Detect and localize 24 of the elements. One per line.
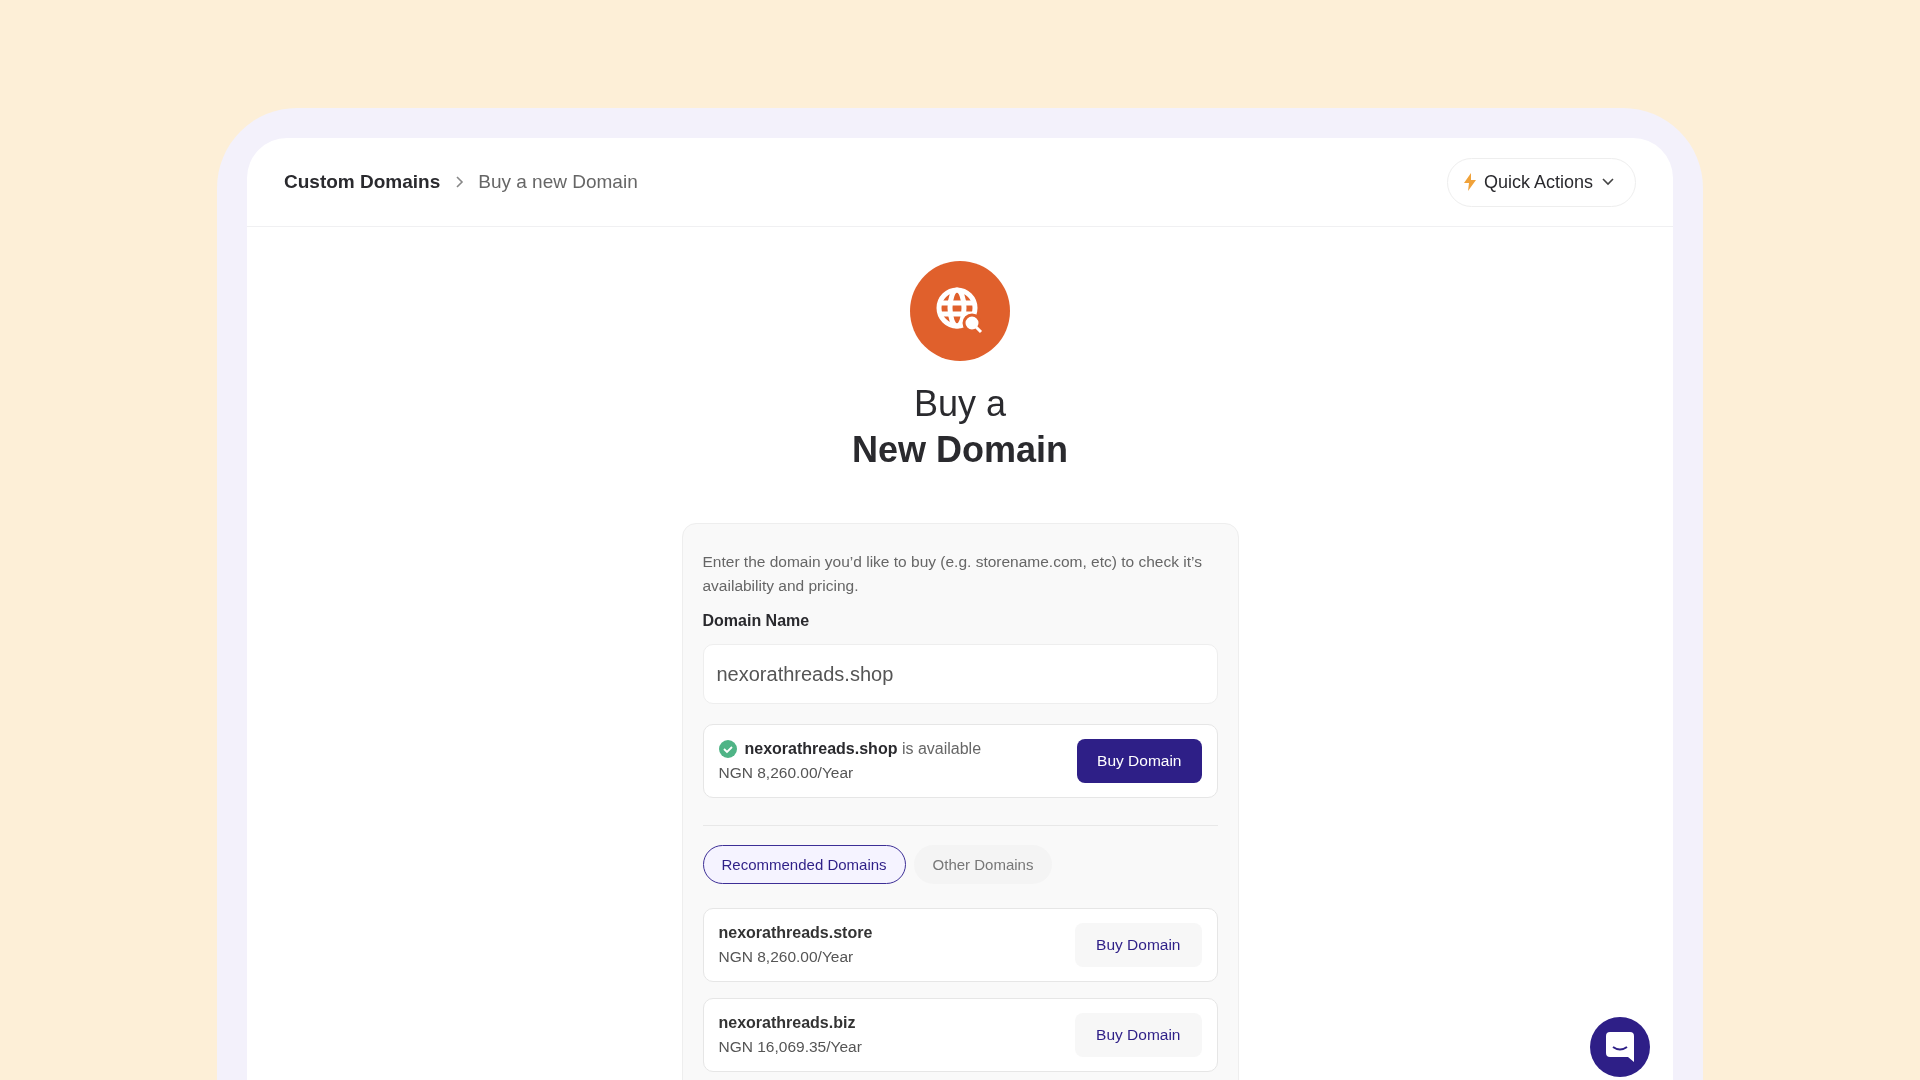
availability-message: nexorathreads.shop is available	[744, 740, 982, 758]
domain-name: nexorathreads.store	[718, 924, 873, 942]
domain-tab[interactable]: Other Domains	[913, 845, 1053, 884]
chevron-down-icon	[1601, 177, 1615, 187]
field-label: Domain Name	[702, 612, 811, 630]
domain-input-field[interactable]: nexorathreads.shop	[702, 644, 1218, 704]
quick-actions-button[interactable]: Quick Actions	[1446, 157, 1636, 207]
buy-domain-button[interactable]: Buy Domain	[1075, 923, 1202, 967]
chat-bubble-icon	[1606, 1032, 1634, 1062]
price-text: NGN 16,069.35/Year	[718, 1038, 862, 1056]
domain-tab[interactable]: Recommended Domains	[702, 845, 906, 884]
lightning-icon	[1463, 173, 1476, 191]
page-title-bold: New Domain	[851, 428, 1068, 472]
price-text: NGN 8,260.00/Year	[718, 764, 855, 782]
domain-name: nexorathreads.biz	[718, 1014, 857, 1032]
breadcrumb-current: Buy a new Domain	[478, 171, 638, 193]
intro-text: Enter the domain you’d like to buy (e.g. storename.com, etc) to check it’s availability and pricing.	[702, 552, 1203, 596]
page-title: Buy a	[913, 382, 1006, 426]
breadcrumb-link[interactable]: Custom Domains	[284, 171, 441, 193]
buy-domain-button[interactable]: Buy Domain	[1077, 739, 1202, 783]
chevron-right-icon	[454, 175, 465, 189]
buy-domain-button[interactable]: Buy Domain	[1075, 1013, 1202, 1057]
globe-search-icon	[910, 261, 1010, 361]
price-text: NGN 8,260.00/Year	[718, 948, 855, 966]
